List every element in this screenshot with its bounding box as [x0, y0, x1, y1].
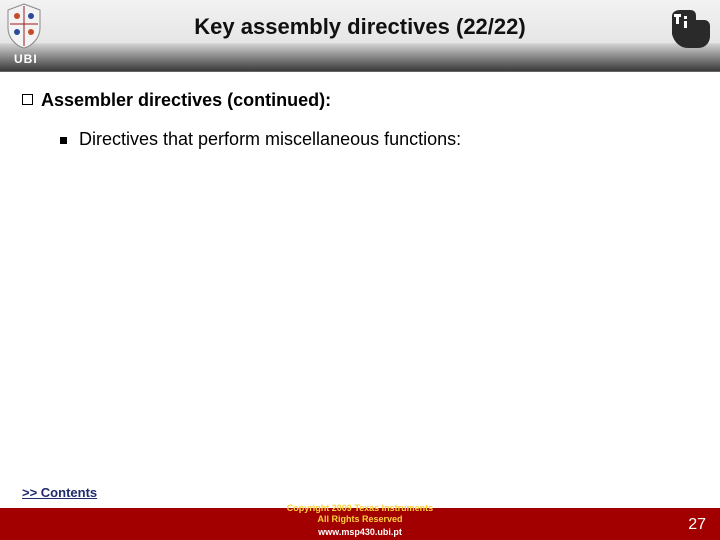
- page-title: Key assembly directives (22/22): [0, 14, 720, 40]
- copyright-box: Copyright 2009 Texas Instruments All Rig…: [240, 503, 480, 538]
- bullet-level2-text: Directives that perform miscellaneous fu…: [79, 129, 461, 150]
- copyright-line1: Copyright 2009 Texas Instruments: [240, 503, 480, 514]
- slide-header: UBI Key assembly directives (22/22): [0, 0, 720, 72]
- page-number: 27: [688, 516, 706, 534]
- slide-body: Assembler directives (continued): Direct…: [0, 72, 720, 508]
- ubi-label: UBI: [14, 52, 38, 66]
- slide-footer: Copyright 2009 Texas Instruments All Rig…: [0, 508, 720, 540]
- contents-link[interactable]: >> Contents: [22, 485, 97, 500]
- bullet-level1: Assembler directives (continued):: [22, 90, 698, 111]
- bullet-level1-text: Assembler directives (continued):: [41, 90, 331, 111]
- ti-logo-icon: [666, 6, 712, 52]
- bullet-level2: Directives that perform miscellaneous fu…: [22, 129, 698, 150]
- hollow-square-bullet-icon: [22, 94, 33, 105]
- filled-square-bullet-icon: [60, 137, 67, 144]
- copyright-line2: All Rights Reserved: [240, 514, 480, 525]
- site-url: www.msp430.ubi.pt: [240, 527, 480, 538]
- slide: UBI Key assembly directives (22/22) Asse…: [0, 0, 720, 540]
